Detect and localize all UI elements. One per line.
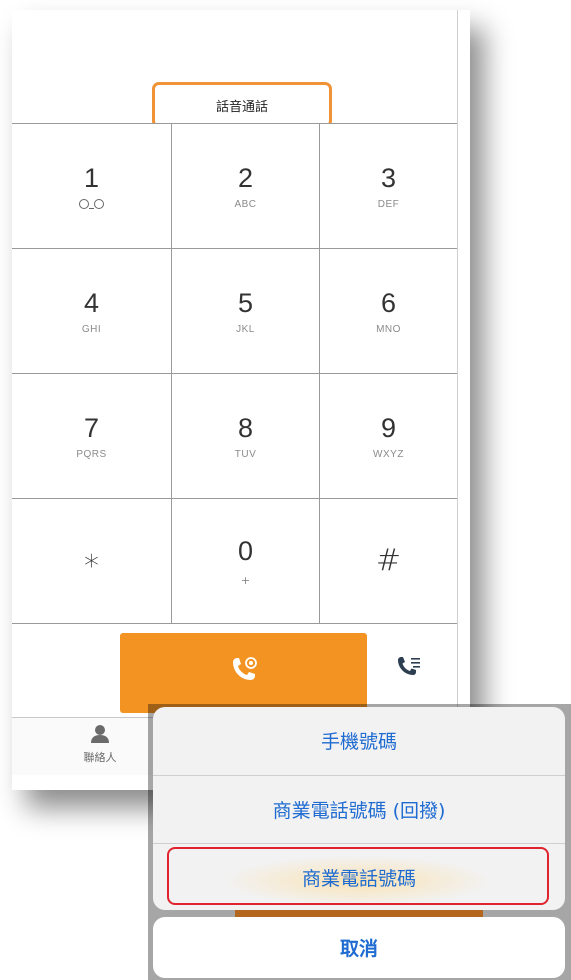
key-5[interactable]: 5 JKL bbox=[172, 249, 320, 374]
key-1[interactable]: 1 bbox=[12, 124, 172, 249]
key-digit: 1 bbox=[83, 163, 100, 193]
key-digit: 6 bbox=[380, 287, 397, 318]
call-history-button[interactable] bbox=[394, 653, 424, 683]
dialer-screen: 話音通話 1 2 ABC 3 DEF 4 GHI 5 JKL 6 MNO 7 P… bbox=[12, 10, 458, 775]
key-digit: 7 bbox=[83, 412, 100, 443]
key-6[interactable]: 6 MNO bbox=[320, 249, 457, 374]
key-8[interactable]: 8 TUV bbox=[172, 374, 320, 499]
key-digit: ∗ bbox=[82, 543, 101, 578]
key-3[interactable]: 3 DEF bbox=[320, 124, 457, 249]
tab-contacts[interactable]: 聯絡人 bbox=[74, 724, 126, 765]
call-button[interactable] bbox=[120, 633, 367, 713]
option-business-number[interactable]: 商業電話號碼 bbox=[153, 843, 565, 910]
key-letters: WXYZ bbox=[373, 448, 404, 460]
key-letters: ABC bbox=[234, 198, 257, 210]
key-9[interactable]: 9 WXYZ bbox=[320, 374, 457, 499]
key-letters: GHI bbox=[81, 323, 102, 335]
dialer-panel: 話音通話 1 2 ABC 3 DEF 4 GHI 5 JKL 6 MNO 7 P… bbox=[12, 10, 470, 790]
call-history-icon bbox=[394, 657, 424, 687]
key-digit: 5 bbox=[237, 287, 254, 318]
key-digit: # bbox=[375, 543, 402, 578]
key-digit: 8 bbox=[237, 412, 254, 443]
option-business-number-label: 商業電話號碼 bbox=[301, 868, 416, 890]
keypad: 1 2 ABC 3 DEF 4 GHI 5 JKL 6 MNO 7 PQRS 8… bbox=[12, 123, 457, 626]
cancel-button[interactable]: 取消 bbox=[153, 917, 565, 978]
key-letters: + bbox=[240, 573, 251, 587]
key-digit: 3 bbox=[380, 162, 397, 193]
key-4[interactable]: 4 GHI bbox=[12, 249, 172, 374]
call-mode-label[interactable]: 話音通話 bbox=[152, 82, 332, 128]
key-letters: PQRS bbox=[76, 448, 107, 460]
key-digit: 4 bbox=[83, 287, 100, 318]
key-letters: TUV bbox=[234, 448, 257, 460]
action-sheet: 手機號碼 商業電話號碼 (回撥) 商業電話號碼 bbox=[153, 707, 565, 910]
key-letters: DEF bbox=[377, 198, 400, 210]
key-digit: 2 bbox=[237, 162, 254, 193]
key-letters: JKL bbox=[236, 323, 255, 335]
key-star[interactable]: ∗ bbox=[12, 499, 172, 624]
phone-call-icon bbox=[227, 654, 261, 692]
key-0[interactable]: 0 + bbox=[172, 499, 320, 624]
option-mobile-number[interactable]: 手機號碼 bbox=[153, 707, 565, 774]
key-digit: 0 bbox=[237, 535, 254, 566]
key-digit: 9 bbox=[380, 412, 397, 443]
key-hash[interactable]: # bbox=[320, 499, 457, 624]
key-2[interactable]: 2 ABC bbox=[172, 124, 320, 249]
number-display: 話音通話 bbox=[12, 10, 457, 128]
voicemail-icon bbox=[79, 199, 104, 209]
person-icon bbox=[89, 725, 111, 748]
option-business-number-callback[interactable]: 商業電話號碼 (回撥) bbox=[153, 775, 565, 843]
key-letters: MNO bbox=[376, 323, 401, 335]
key-7[interactable]: 7 PQRS bbox=[12, 374, 172, 499]
tab-contacts-label: 聯絡人 bbox=[83, 751, 117, 764]
